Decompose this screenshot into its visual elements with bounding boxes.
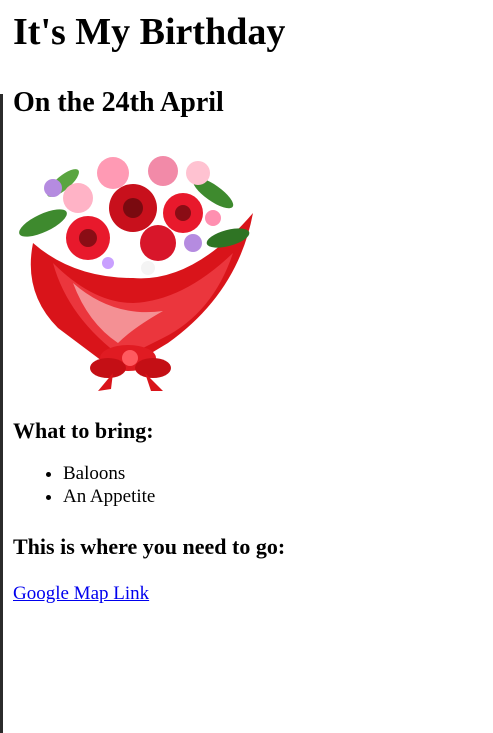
list-item: An Appetite	[63, 485, 483, 508]
page-content: It's My Birthday On the 24th April What …	[13, 0, 483, 606]
bring-heading: What to bring:	[13, 418, 154, 443]
where-heading: This is where you need to go:	[13, 534, 286, 559]
google-map-link[interactable]: Google Map Link	[13, 582, 149, 606]
date-heading: On the 24th April	[13, 87, 224, 118]
page-title: It's My Birthday	[13, 11, 286, 53]
list-item: Baloons	[63, 462, 483, 485]
window-edge	[0, 94, 3, 733]
bring-list: Baloons An Appetite	[13, 462, 483, 508]
bouquet-image	[19, 156, 254, 391]
